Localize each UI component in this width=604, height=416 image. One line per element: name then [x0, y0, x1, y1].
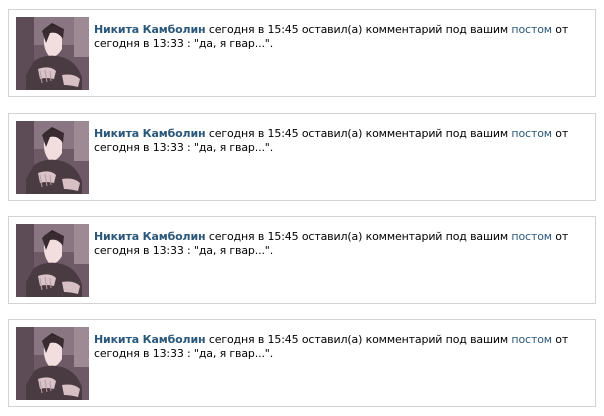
avatar[interactable] — [16, 327, 89, 400]
notification-message: сегодня в 15:45 оставил(а) комментарий п… — [205, 333, 512, 346]
post-link[interactable]: постом — [511, 333, 552, 346]
avatar[interactable] — [16, 17, 89, 90]
author-link[interactable]: Никита Камболин — [94, 333, 206, 346]
author-link[interactable]: Никита Камболин — [94, 127, 206, 140]
avatar-photo — [16, 121, 89, 194]
notifications-feed: Никита Камболин сегодня в 15:45 оставил(… — [0, 0, 604, 416]
notification-message: сегодня в 15:45 оставил(а) комментарий п… — [205, 127, 512, 140]
notification-item: Никита Камболин сегодня в 15:45 оставил(… — [8, 216, 596, 304]
notification-item: Никита Камболин сегодня в 15:45 оставил(… — [8, 9, 596, 97]
notification-text: Никита Камболин сегодня в 15:45 оставил(… — [94, 23, 584, 51]
post-link[interactable]: постом — [511, 23, 552, 36]
avatar-photo — [16, 224, 89, 297]
notification-message: сегодня в 15:45 оставил(а) комментарий п… — [205, 230, 512, 243]
avatar[interactable] — [16, 121, 89, 194]
notification-message: сегодня в 15:45 оставил(а) комментарий п… — [205, 23, 512, 36]
author-link[interactable]: Никита Камболин — [94, 23, 206, 36]
notification-item: Никита Камболин сегодня в 15:45 оставил(… — [8, 319, 596, 407]
notification-text: Никита Камболин сегодня в 15:45 оставил(… — [94, 333, 584, 361]
avatar-photo — [16, 17, 89, 90]
post-link[interactable]: постом — [511, 230, 552, 243]
avatar-photo — [16, 327, 89, 400]
notification-item: Никита Камболин сегодня в 15:45 оставил(… — [8, 113, 596, 201]
notification-text: Никита Камболин сегодня в 15:45 оставил(… — [94, 127, 584, 155]
avatar[interactable] — [16, 224, 89, 297]
post-link[interactable]: постом — [511, 127, 552, 140]
author-link[interactable]: Никита Камболин — [94, 230, 206, 243]
notification-text: Никита Камболин сегодня в 15:45 оставил(… — [94, 230, 584, 258]
